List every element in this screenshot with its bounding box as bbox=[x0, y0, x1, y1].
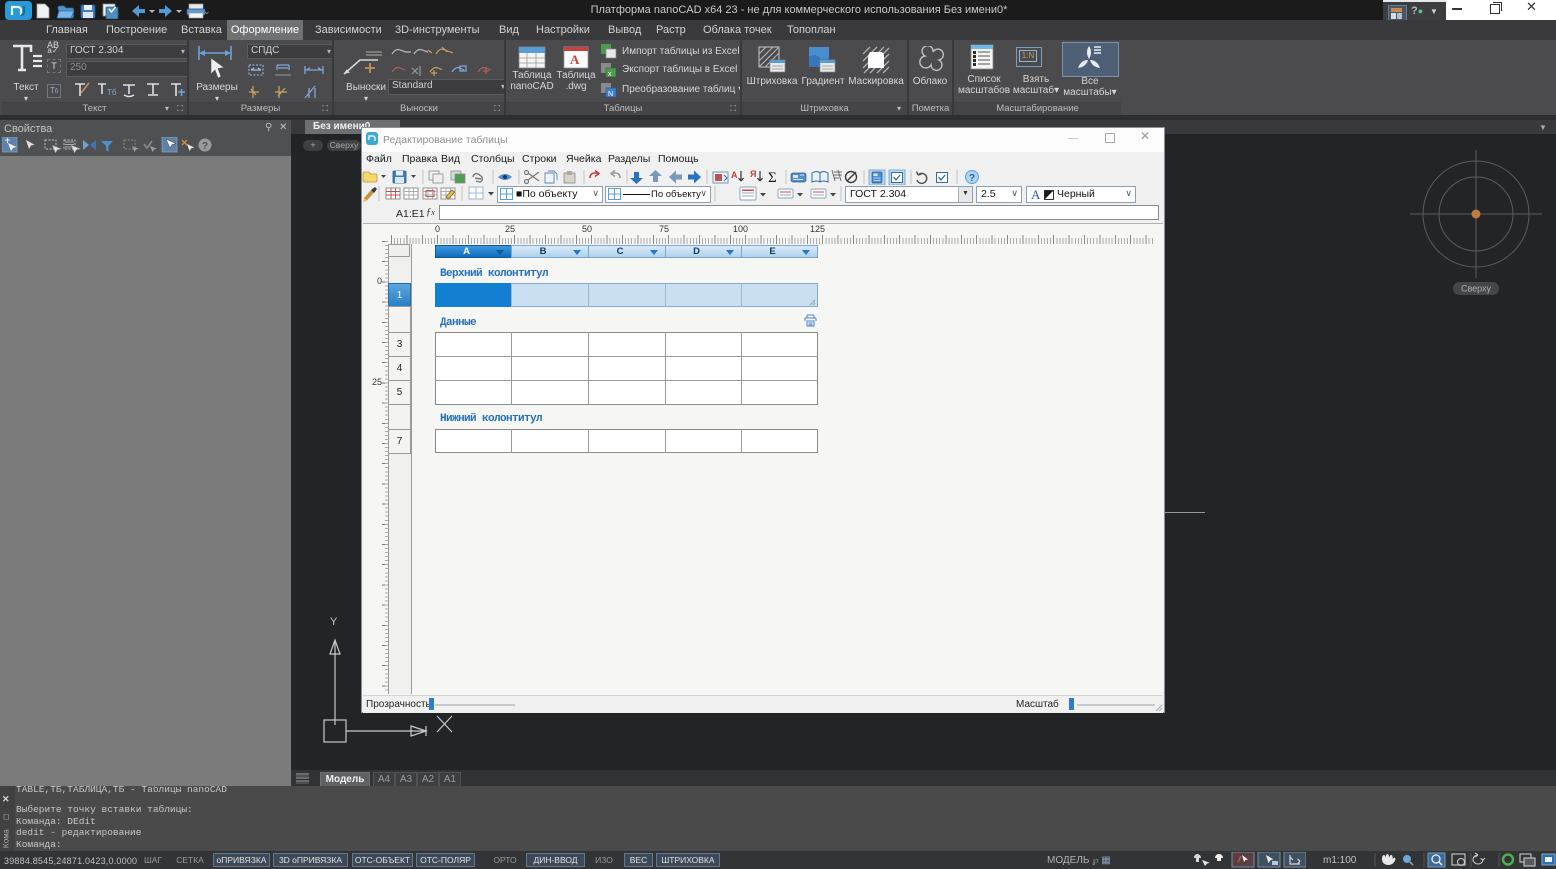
svg-text:А: А bbox=[731, 170, 738, 180]
svg-text:Σ: Σ bbox=[768, 170, 777, 185]
svg-text:A: A bbox=[570, 52, 580, 67]
svg-text:N: N bbox=[608, 91, 613, 98]
svg-text:?: ? bbox=[969, 173, 975, 184]
svg-text:x: x bbox=[608, 71, 612, 78]
svg-text:Y: Y bbox=[330, 616, 338, 628]
svg-text:Сверху: Сверху bbox=[1461, 284, 1492, 294]
svg-text:Я: Я bbox=[750, 169, 756, 179]
svg-text:Тб: Тб bbox=[107, 88, 117, 97]
svg-text:?: ? bbox=[202, 141, 208, 152]
